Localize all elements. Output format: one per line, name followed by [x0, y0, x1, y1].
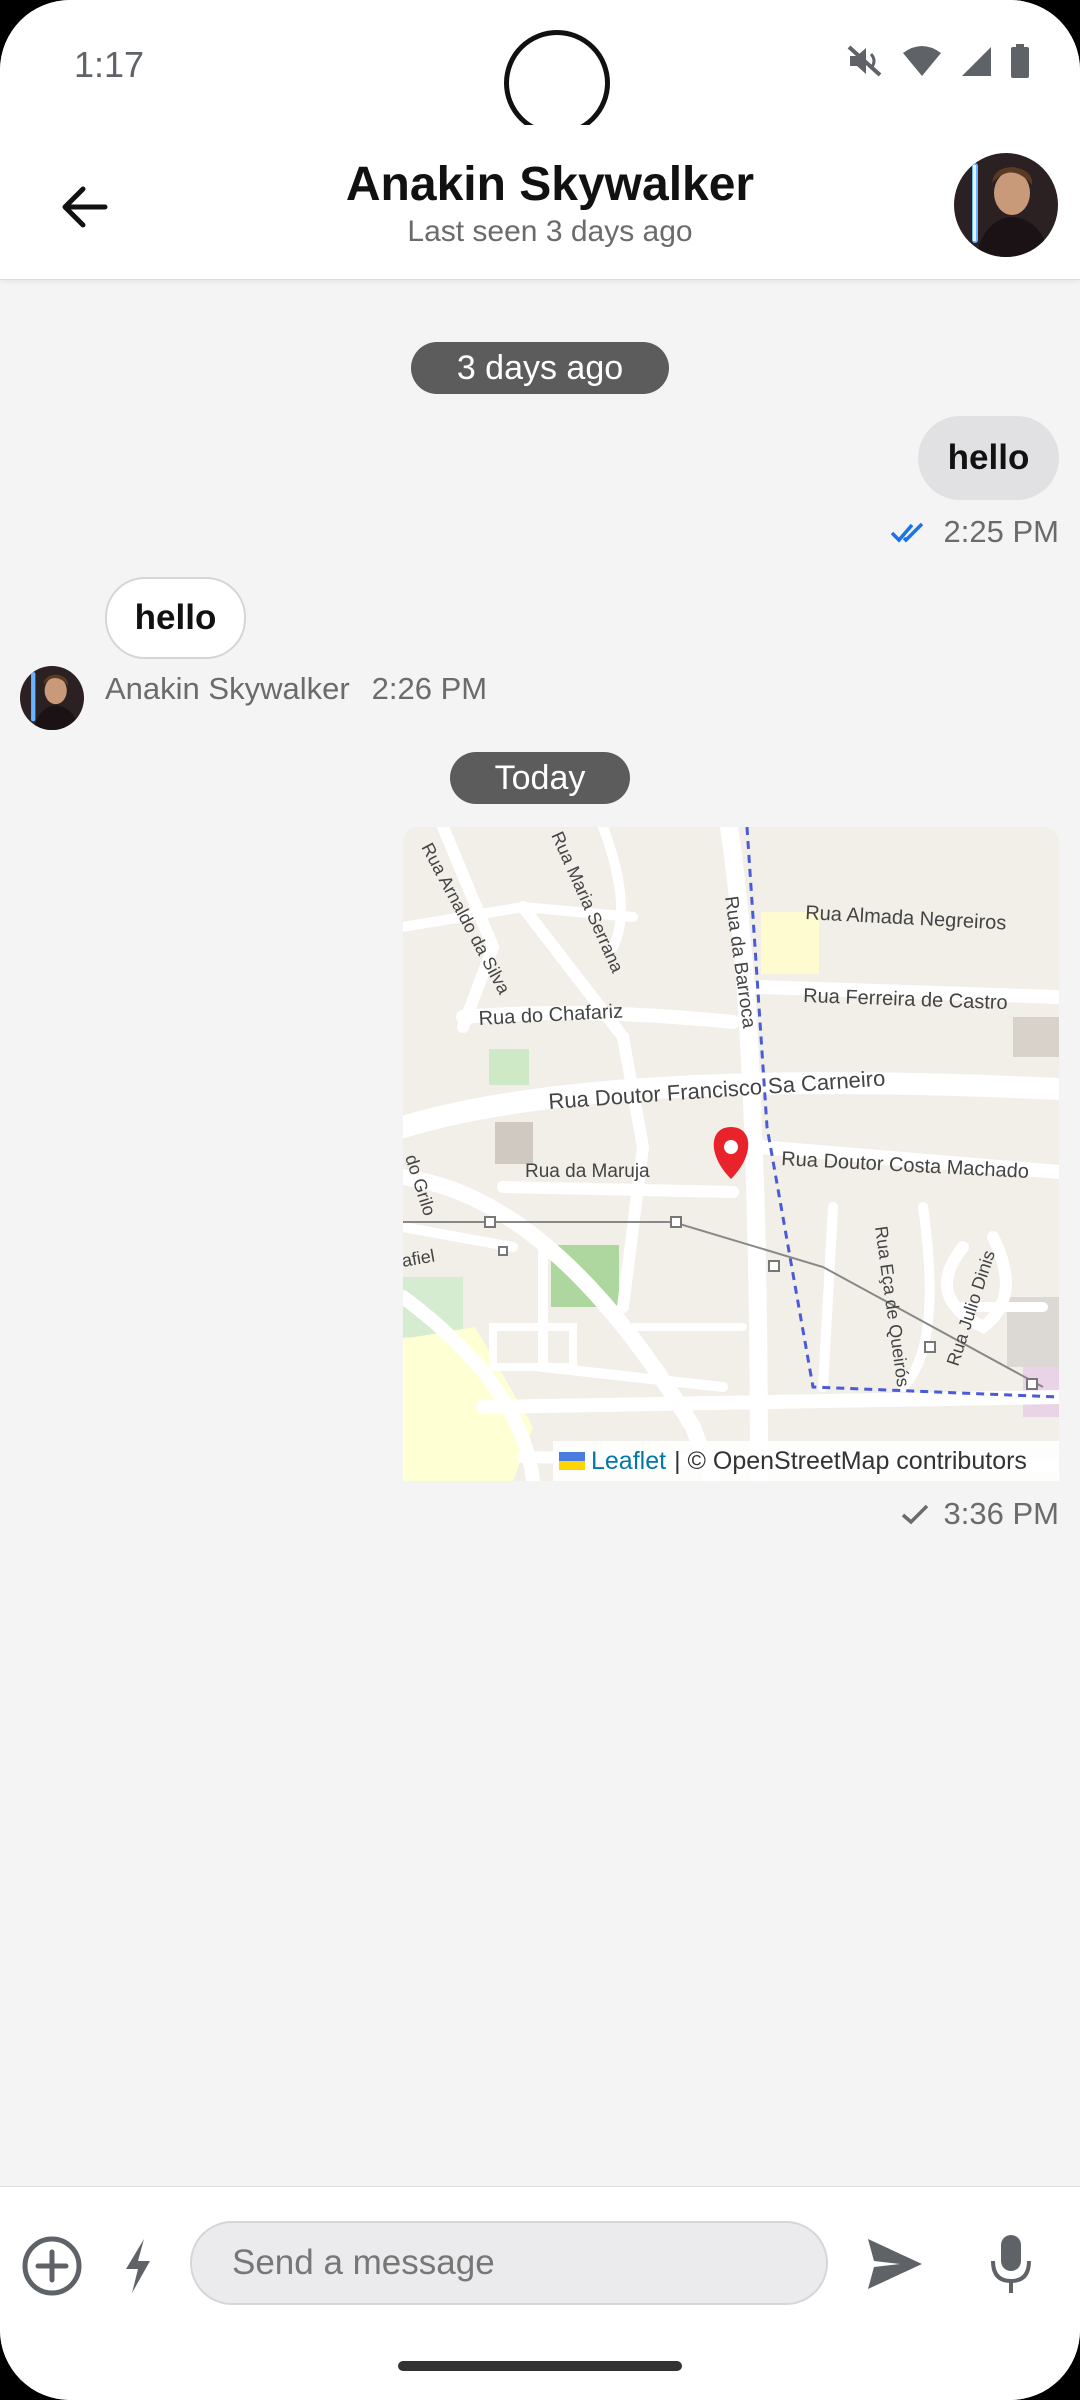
quick-replies-button[interactable]: [118, 2237, 158, 2295]
status-icons: [846, 44, 1030, 78]
contact-avatar[interactable]: [954, 153, 1058, 257]
plus-circle-icon: [22, 2236, 82, 2296]
map-street-label: Rua da Maruja: [525, 1161, 650, 1182]
outgoing-message-meta: 2:25 PM: [890, 514, 1059, 550]
location-map-message[interactable]: Rua Almada Negreiros Rua Ferreira de Cas…: [403, 827, 1059, 1481]
wifi-icon: [903, 46, 941, 76]
incoming-message-bubble[interactable]: hello: [105, 577, 246, 659]
message-time: 3:36 PM: [943, 1496, 1059, 1531]
camera-cutout: [504, 30, 610, 136]
phone-screen: 1:17 Anakin Skywalker Last seen 3 days a…: [0, 0, 1080, 2400]
lightning-icon: [126, 2239, 150, 2293]
osm-attribution[interactable]: | © OpenStreetMap contributors: [674, 1447, 1027, 1476]
send-icon: [868, 2239, 922, 2289]
home-indicator[interactable]: [398, 2361, 682, 2371]
microphone-icon: [991, 2235, 1031, 2293]
incoming-message-meta: Anakin Skywalker 2:26 PM: [105, 671, 487, 707]
sender-avatar[interactable]: [20, 666, 84, 730]
contact-name[interactable]: Anakin Skywalker: [0, 157, 1080, 212]
message-time: 2:25 PM: [943, 514, 1059, 549]
send-button[interactable]: [862, 2231, 928, 2297]
map-attribution: Leaflet | © OpenStreetMap contributors: [553, 1441, 1059, 1481]
date-separator: Today: [450, 752, 630, 804]
mute-icon: [847, 45, 882, 77]
voice-record-button[interactable]: [986, 2231, 1036, 2297]
outgoing-message-bubble[interactable]: hello: [918, 416, 1059, 500]
sender-name: Anakin Skywalker: [105, 671, 350, 706]
chat-header: Anakin Skywalker Last seen 3 days ago: [0, 125, 1080, 280]
map-message-meta: 3:36 PM: [900, 1496, 1059, 1532]
map-tiles: Rua Almada Negreiros Rua Ferreira de Cas…: [403, 827, 1059, 1481]
message-input[interactable]: [190, 2221, 828, 2305]
attach-button[interactable]: [20, 2234, 84, 2298]
ukraine-flag-icon: [559, 1452, 585, 1470]
last-seen-status: Last seen 3 days ago: [407, 215, 693, 248]
status-bar: 1:17: [0, 0, 1080, 136]
message-time: 2:26 PM: [371, 671, 488, 706]
date-separator: 3 days ago: [411, 342, 669, 394]
check-icon: [901, 1504, 928, 1525]
signal-icon: [962, 47, 991, 76]
status-time: 1:17: [74, 44, 145, 85]
leaflet-link[interactable]: Leaflet: [591, 1447, 666, 1476]
battery-icon: [1011, 44, 1029, 78]
double-check-icon: [890, 522, 923, 543]
